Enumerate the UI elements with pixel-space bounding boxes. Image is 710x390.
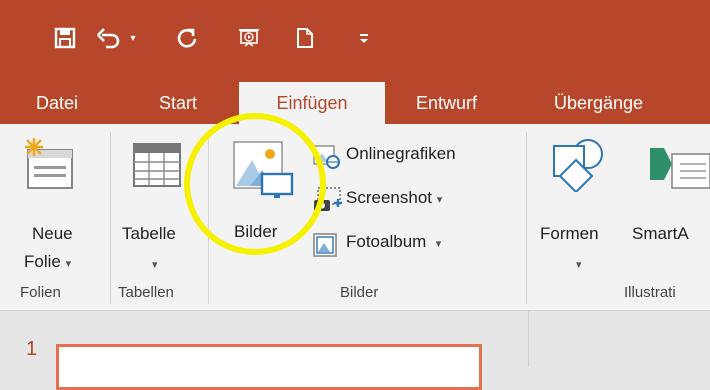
dropdown-arrow-icon: ▾ xyxy=(65,258,72,270)
shapes-label: Formen xyxy=(540,224,599,243)
slide-thumbnail-pane: 1 xyxy=(0,311,528,390)
group-label-illustrationen: Illustrati xyxy=(624,284,676,301)
screenshot-icon xyxy=(314,187,342,211)
tab-entwurf[interactable]: Entwurf xyxy=(416,82,477,124)
tab-uebergaenge[interactable]: Übergänge xyxy=(554,82,643,124)
pictures-label: Bilder xyxy=(234,222,278,241)
redo-icon[interactable] xyxy=(170,20,204,56)
undo-dropdown-icon[interactable]: ▾ xyxy=(126,20,140,56)
tab-einfuegen[interactable]: Einfügen xyxy=(239,82,385,126)
customize-qat-icon[interactable] xyxy=(352,20,376,56)
save-icon[interactable] xyxy=(50,20,80,56)
new-slide-button[interactable]: Neue Folie ▾ xyxy=(10,134,86,274)
slide-number: 1 xyxy=(26,338,38,360)
quick-access-toolbar: ▾ xyxy=(0,0,710,82)
smartart-icon xyxy=(650,148,710,189)
dropdown-arrow-icon: ▾ xyxy=(436,194,443,206)
shapes-dropdown-icon: ▾ xyxy=(576,259,582,271)
table-icon xyxy=(133,143,181,187)
shapes-button[interactable]: Formen ▾ xyxy=(538,134,624,274)
ribbon-tabs: Datei Start Einfügen Entwurf Übergänge xyxy=(0,82,710,126)
undo-icon[interactable] xyxy=(92,20,126,56)
photo-album-icon xyxy=(313,233,337,257)
online-pictures-label: Onlinegrafiken xyxy=(346,144,456,163)
online-pictures-icon xyxy=(313,145,340,169)
group-separator xyxy=(208,132,209,304)
shapes-icon xyxy=(553,139,603,192)
photo-album-label: Fotoalbum ▾ xyxy=(346,232,442,251)
online-pictures-button[interactable]: Onlinegrafiken xyxy=(310,142,510,170)
editor-pane xyxy=(528,311,710,367)
pictures-icon xyxy=(233,141,294,198)
dropdown-arrow-icon: ▾ xyxy=(435,238,442,250)
start-from-beginning-icon[interactable] xyxy=(232,20,266,56)
group-label-bilder: Bilder xyxy=(340,284,379,301)
new-slide-label-line1: Neue xyxy=(32,224,73,243)
new-document-icon[interactable] xyxy=(290,20,320,56)
screenshot-button[interactable]: Screenshot ▾ xyxy=(310,186,510,214)
screenshot-label: Screenshot ▾ xyxy=(346,188,443,207)
new-slide-label-line2: Folie ▾ xyxy=(24,252,72,271)
pictures-button[interactable]: Bilder xyxy=(222,132,302,272)
table-label: Tabelle xyxy=(122,224,176,243)
new-slide-icon xyxy=(25,138,73,189)
group-separator xyxy=(110,132,111,304)
table-button[interactable]: Tabelle ▾ xyxy=(114,134,200,274)
smartart-label: SmartA xyxy=(632,224,689,243)
slide-thumbnail[interactable] xyxy=(56,344,482,390)
tab-datei[interactable]: Datei xyxy=(36,82,78,124)
group-separator xyxy=(526,132,527,304)
ribbon-panel: Neue Folie ▾ Folien Tabelle ▾ Tabellen B… xyxy=(0,124,710,311)
table-dropdown-icon: ▾ xyxy=(152,259,158,271)
photo-album-button[interactable]: Fotoalbum ▾ xyxy=(310,230,510,258)
group-label-tabellen: Tabellen xyxy=(118,284,174,301)
smartart-button[interactable]: SmartA xyxy=(628,134,710,274)
group-label-folien: Folien xyxy=(20,284,61,301)
tab-start[interactable]: Start xyxy=(159,82,197,124)
